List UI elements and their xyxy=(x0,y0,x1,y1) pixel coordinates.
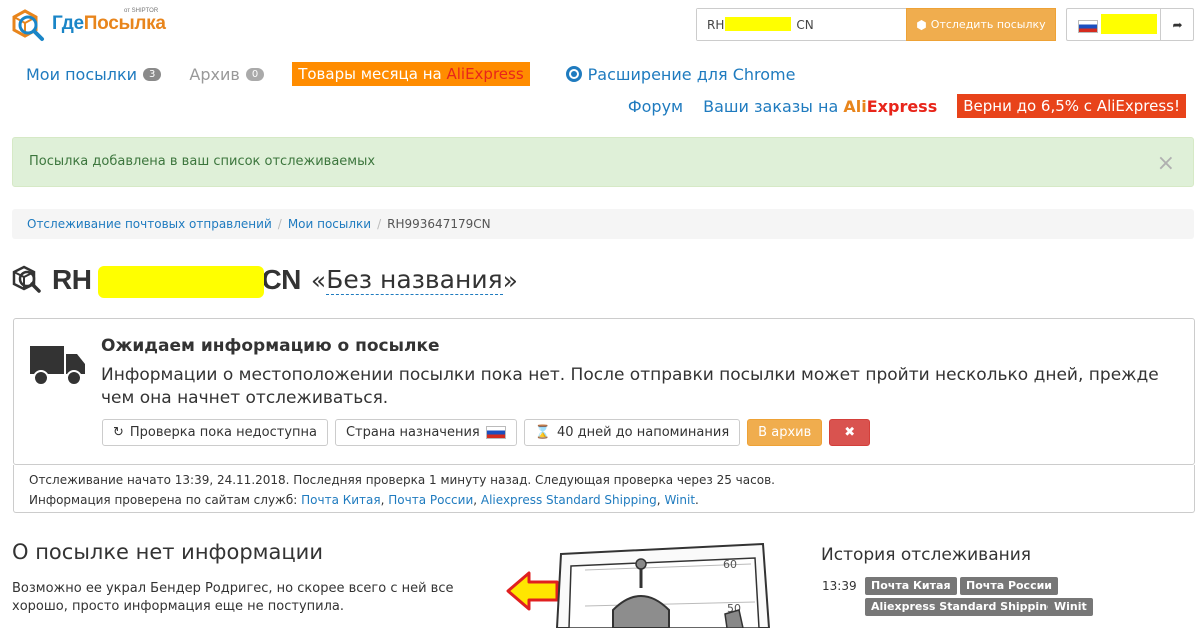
parcels-count-badge: 3 xyxy=(143,67,162,81)
refresh-icon: ↻ xyxy=(113,425,124,440)
redaction-mark xyxy=(1101,14,1157,34)
status-panel: Ожидаем информацию о посылке Информации … xyxy=(13,318,1195,465)
breadcrumb: Отслеживание почтовых отправлений / Мои по… xyxy=(12,209,1194,239)
breadcrumb-tracking[interactable]: Отслеживание почтовых отправлений xyxy=(27,217,272,231)
service-tag-winit: Winit xyxy=(1048,598,1093,616)
breadcrumb-current: RH993647179CN xyxy=(387,217,491,231)
success-alert: Посылка добавлена в ваш список отслежива… xyxy=(12,137,1194,187)
checked-services-line: Информация проверена по сайтам служб: По… xyxy=(29,493,699,507)
history-time: 13:39 xyxy=(822,579,857,593)
status-actions: ↻ Проверка пока недоступна Страна назнач… xyxy=(102,419,871,446)
arrow-left-icon xyxy=(506,571,559,611)
aliexpress-orders-link[interactable]: Ваши заказы на AliExpress xyxy=(703,97,937,116)
check-status-chip[interactable]: ↻ Проверка пока недоступна xyxy=(102,419,328,446)
russia-flag-icon xyxy=(485,426,506,439)
close-icon[interactable]: × xyxy=(1157,153,1175,175)
reminder-chip[interactable]: ⌛ 40 дней до напоминания xyxy=(523,419,741,446)
truck-icon xyxy=(30,346,85,386)
service-tag-aliexpress-shipping: Aliexpress Standard Shipping xyxy=(865,598,1061,616)
aliexpress-promo-link[interactable]: Товары месяца на AliExpress xyxy=(292,62,530,86)
service-link-russian-post[interactable]: Почта России xyxy=(388,493,473,507)
parcel-search-icon xyxy=(12,265,41,293)
service-link-aliexpress-shipping[interactable]: Aliexpress Standard Shipping xyxy=(481,493,657,507)
bender-illustration: 60 50 xyxy=(555,542,771,628)
redaction-mark xyxy=(725,17,791,31)
history-heading: История отслеживания xyxy=(821,545,1032,565)
box-icon: ⬢ xyxy=(916,17,927,32)
site-logo[interactable]: ГдеПосылка от SHIPTOR xyxy=(12,8,172,42)
chrome-icon xyxy=(565,66,582,82)
archive-button[interactable]: В архив xyxy=(747,419,823,446)
magnifier-box-icon xyxy=(12,9,44,41)
logo-text: ГдеПосылка xyxy=(52,13,166,34)
destination-country-chip[interactable]: Страна назначения xyxy=(334,419,517,446)
service-link-china-post[interactable]: Почта Китая xyxy=(301,493,381,507)
cashback-promo-link[interactable]: Верни до 6,5% с AliExpress! xyxy=(957,94,1186,118)
tracking-info: Отслеживание начато 13:39, 24.11.2018. П… xyxy=(13,465,1195,513)
logout-icon: ➦ xyxy=(1172,17,1183,32)
no-info-text: Возможно ее украл Бендер Родригес, но ск… xyxy=(12,581,454,614)
parcel-name-editable[interactable]: Без названия xyxy=(326,265,503,295)
nav-my-parcels[interactable]: Мои посылки 3 xyxy=(26,65,162,84)
forum-link[interactable]: Форум xyxy=(628,97,683,116)
breadcrumb-my-parcels[interactable]: Мои посылки xyxy=(288,217,371,231)
logo-subtitle: от SHIPTOR xyxy=(124,8,159,14)
logout-button[interactable]: ➦ xyxy=(1160,8,1194,41)
tracking-started-line: Отслеживание начато 13:39, 24.11.2018. П… xyxy=(29,473,775,487)
track-parcel-button[interactable]: ⬢ Отследить посылку xyxy=(906,8,1056,41)
secondary-nav: Форум Ваши заказы на AliExpress Верни до… xyxy=(628,94,1186,118)
service-tag-russian-post: Почта России xyxy=(960,577,1059,595)
delete-button[interactable]: ✖ xyxy=(829,419,871,446)
search-bar: RH CN ⬢ Отследить посылку xyxy=(696,8,1056,41)
alert-message: Посылка добавлена в ваш список отслежива… xyxy=(29,154,376,169)
nav-archive[interactable]: Архив 0 xyxy=(189,65,265,84)
archive-count-badge: 0 xyxy=(245,67,265,81)
page-title: RH CN « Без названия » xyxy=(12,262,518,298)
tracking-number: RH CN xyxy=(52,264,301,298)
service-link-winit[interactable]: Winit xyxy=(664,493,695,507)
chrome-extension-link[interactable]: Расширение для Chrome xyxy=(565,65,795,84)
service-tag-china-post: Почта Китая xyxy=(865,577,957,595)
main-nav: Мои посылки 3 Архив 0 Товары месяца на A… xyxy=(26,62,823,86)
redaction-mark xyxy=(98,266,264,298)
status-title: Ожидаем информацию о посылке xyxy=(101,336,440,356)
russia-flag-icon xyxy=(1078,20,1098,33)
no-info-heading: О посылке нет информации xyxy=(12,540,323,564)
svg-text:60: 60 xyxy=(723,558,737,571)
hourglass-icon: ⌛ xyxy=(534,425,551,440)
status-description: Информации о местоположении посылки пока… xyxy=(101,365,1159,408)
